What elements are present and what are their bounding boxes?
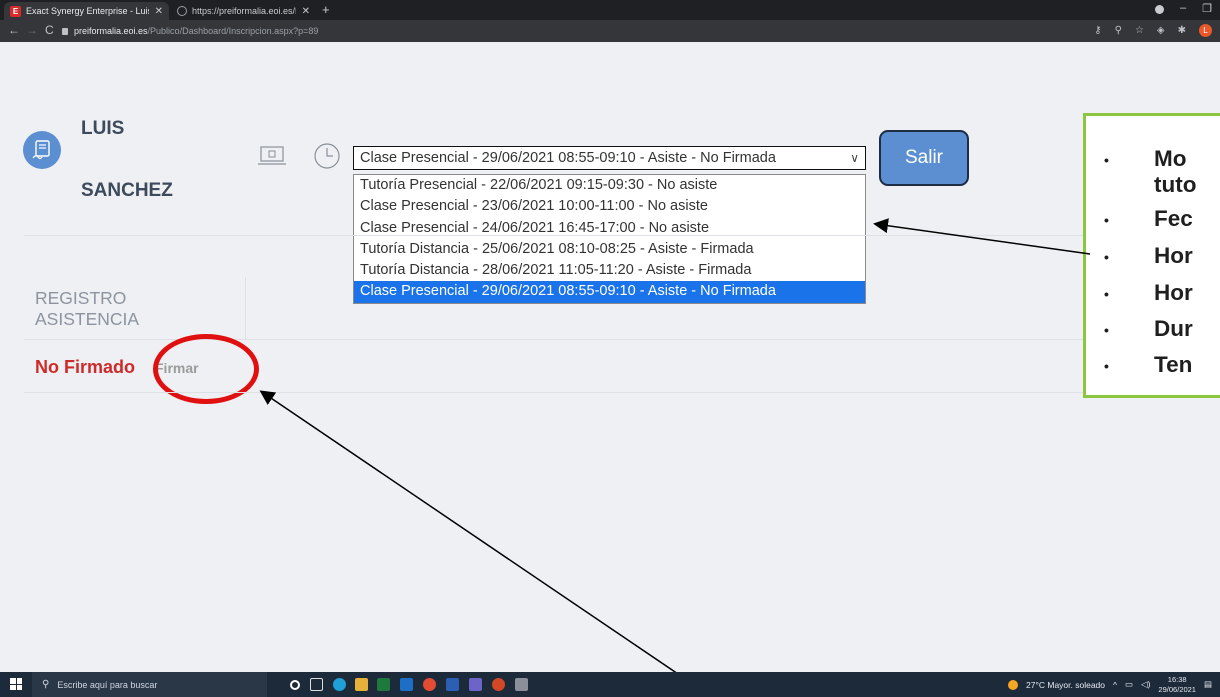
user-last-name: SANCHEZ <box>81 180 173 201</box>
back-arrow-icon[interactable]: ← <box>8 23 20 37</box>
volume-icon[interactable]: ◁) <box>1141 679 1150 690</box>
clock-icon[interactable] <box>313 142 341 170</box>
laptop-icon[interactable] <box>258 145 286 167</box>
url-domain: preiformalia.eoi.es <box>74 26 148 36</box>
tab-title: https://preiformalia.eoi.es/Public <box>192 6 296 16</box>
file-explorer-icon[interactable] <box>355 678 368 691</box>
teams-icon[interactable] <box>469 678 482 691</box>
session-option[interactable]: Clase Presencial - 23/06/2021 10:00-11:0… <box>354 196 865 217</box>
window-controls: – ❐ <box>1155 2 1212 15</box>
weather-icon <box>1008 679 1019 690</box>
outlook-icon[interactable] <box>400 678 413 691</box>
close-tab-icon[interactable]: ✕ <box>155 6 163 17</box>
weather-text[interactable]: 27°C Mayor. soleado <box>1026 680 1105 690</box>
divider <box>24 392 1084 393</box>
taskbar-clock[interactable]: 16:38 29/06/2021 <box>1158 675 1196 695</box>
session-select[interactable]: Clase Presencial - 29/06/2021 08:55-09:1… <box>353 146 866 170</box>
puzzle-icon[interactable]: ✱ <box>1178 25 1186 36</box>
star-icon[interactable]: ☆ <box>1135 25 1144 36</box>
url-path: /Publico/Dashboard/Inscripcion.aspx?p=89 <box>147 26 319 36</box>
windows-taskbar: ⚲ Escribe aquí para buscar 27°C Mayor. s… <box>0 672 1220 697</box>
browser-tab[interactable]: https://preiformalia.eoi.es/Public ✕ <box>171 2 316 20</box>
session-options-list: Tutoría Presencial - 22/06/2021 09:15-09… <box>353 174 866 304</box>
user-first-name: LUIS <box>81 118 125 139</box>
task-view-icon[interactable] <box>310 678 323 691</box>
new-tab-button[interactable]: + <box>322 2 330 17</box>
browser-address-bar: ← → C preiformalia.eoi.es /Publico/Dashb… <box>0 20 1220 42</box>
restore-icon[interactable]: ❐ <box>1202 2 1212 15</box>
user-avatar <box>23 131 61 169</box>
profile-avatar[interactable]: L <box>1199 24 1212 37</box>
clock-date: 29/06/2021 <box>1158 684 1196 694</box>
signature-document-icon <box>32 140 50 160</box>
reload-icon[interactable]: C <box>45 23 54 37</box>
globe-favicon-icon <box>177 6 187 16</box>
taskbar-search-input[interactable]: ⚲ Escribe aquí para buscar <box>32 672 267 697</box>
section-title-line: REGISTRO <box>35 288 127 308</box>
session-option-selected[interactable]: Clase Presencial - 29/06/2021 08:55-09:1… <box>354 281 865 303</box>
extension-icon[interactable]: ◈ <box>1157 25 1165 36</box>
key-icon[interactable]: ⚷ <box>1094 25 1101 36</box>
tray-chevron-icon[interactable]: ^ <box>1113 680 1117 690</box>
exit-button[interactable]: Salir <box>879 130 969 186</box>
callout-item: tuto <box>1154 172 1197 197</box>
taskbar-search-placeholder: Escribe aquí para buscar <box>57 679 158 690</box>
chevron-down-icon: ∨ <box>850 151 859 165</box>
session-option[interactable]: Tutoría Presencial - 22/06/2021 09:15-09… <box>354 175 865 196</box>
callout-item: • Dur <box>1104 316 1193 341</box>
divider <box>245 277 246 340</box>
forward-arrow-icon[interactable]: → <box>26 23 38 37</box>
session-option[interactable]: Tutoría Distancia - 25/06/2021 08:10-08:… <box>354 239 865 260</box>
exact-favicon-icon: E <box>10 5 21 17</box>
profile-icon[interactable] <box>1155 5 1164 14</box>
clock-time: 16:38 <box>1167 674 1187 684</box>
callout-item: • Mo <box>1104 146 1187 171</box>
cortana-icon[interactable] <box>290 680 300 690</box>
minimize-icon[interactable]: – <box>1180 2 1186 15</box>
callout-item: • Hor <box>1104 280 1193 305</box>
search-icon: ⚲ <box>42 679 50 690</box>
edge-icon[interactable] <box>333 678 346 691</box>
powerpoint-icon[interactable] <box>492 678 505 691</box>
callout-item: • Hor <box>1104 243 1193 268</box>
chrome-icon[interactable] <box>423 678 436 691</box>
highlight-circle <box>153 334 259 404</box>
network-icon[interactable]: ▭ <box>1125 679 1133 690</box>
zoom-icon[interactable]: ⚲ <box>1115 25 1122 36</box>
section-title-line: ASISTENCIA <box>35 309 140 329</box>
sign-status: No Firmado <box>35 357 136 377</box>
callout-box: • Mo tuto • Fec • Hor • Hor • Dur • Ten <box>1083 113 1220 398</box>
windows-start-icon[interactable] <box>10 678 22 690</box>
browser-tab-active[interactable]: E Exact Synergy Enterprise - Luis Sa ✕ <box>4 2 169 20</box>
snip-tool-icon[interactable] <box>515 678 528 691</box>
system-tray: 27°C Mayor. soleado ^ ▭ ◁) 16:38 29/06/2… <box>1008 672 1212 697</box>
lock-icon <box>62 27 68 35</box>
browser-tab-bar: E Exact Synergy Enterprise - Luis Sa ✕ h… <box>0 0 1220 20</box>
close-tab-icon[interactable]: ✕ <box>302 6 310 17</box>
page-content: LUIS SANCHEZ Clase Presencial - 29/06/20… <box>0 42 1220 672</box>
divider <box>24 235 1084 236</box>
address-bar-icons: ⚷ ⚲ ☆ ◈ ✱ L <box>1094 24 1212 37</box>
excel-icon[interactable] <box>377 678 390 691</box>
word-icon[interactable] <box>446 678 459 691</box>
notifications-icon[interactable]: ▤ <box>1204 679 1212 690</box>
session-option[interactable]: Tutoría Distancia - 28/06/2021 11:05-11:… <box>354 260 865 281</box>
tab-title: Exact Synergy Enterprise - Luis Sa <box>26 6 149 16</box>
callout-item: • Fec <box>1104 206 1193 231</box>
callout-item: • Ten <box>1104 352 1193 377</box>
attendance-section-title: REGISTRO ASISTENCIA <box>35 288 139 330</box>
url-input[interactable]: preiformalia.eoi.es /Publico/Dashboard/I… <box>62 23 1082 39</box>
session-select-value: Clase Presencial - 29/06/2021 08:55-09:1… <box>360 150 776 166</box>
